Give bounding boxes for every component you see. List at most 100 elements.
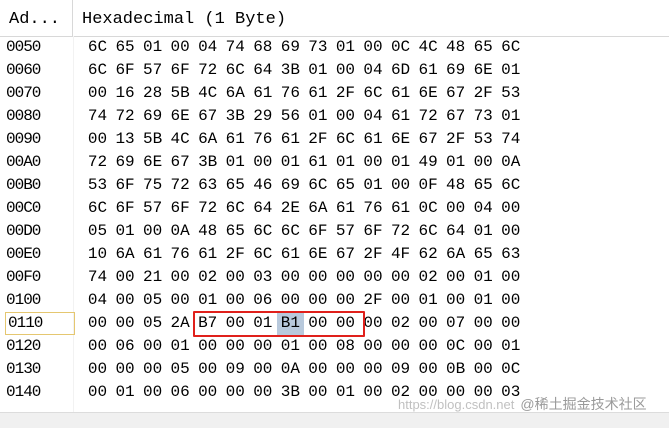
hex-byte[interactable]: 00 xyxy=(332,105,359,128)
hex-byte[interactable]: 6C xyxy=(497,174,524,197)
hex-byte[interactable]: 6C xyxy=(84,197,111,220)
hex-byte[interactable]: 74 xyxy=(497,128,524,151)
hex-byte[interactable]: 72 xyxy=(387,220,414,243)
hex-byte[interactable]: 2E xyxy=(277,197,304,220)
hex-byte[interactable]: 68 xyxy=(249,36,276,59)
hex-byte[interactable]: 00 xyxy=(167,289,194,312)
horizontal-scrollbar[interactable] xyxy=(0,412,669,428)
hex-byte[interactable]: 00 xyxy=(470,358,497,381)
hex-byte[interactable]: 00 xyxy=(139,358,166,381)
hex-byte[interactable]: 01 xyxy=(415,289,442,312)
hex-byte[interactable]: 76 xyxy=(360,197,387,220)
hex-byte[interactable]: 00 xyxy=(360,381,387,404)
hex-byte[interactable]: 00 xyxy=(387,174,414,197)
hex-byte[interactable]: 4C xyxy=(167,128,194,151)
hex-byte[interactable]: 69 xyxy=(277,36,304,59)
hex-byte[interactable]: 2A xyxy=(167,312,194,335)
hex-byte[interactable]: 05 xyxy=(84,220,111,243)
hex-byte[interactable]: 6F xyxy=(112,174,139,197)
hex-byte[interactable]: 0C xyxy=(497,358,524,381)
hex-byte[interactable]: 00 xyxy=(139,335,166,358)
hex-byte[interactable]: 06 xyxy=(249,289,276,312)
hex-byte[interactable]: 6C xyxy=(84,59,111,82)
hex-byte[interactable]: 61 xyxy=(222,128,249,151)
hex-byte[interactable]: 01 xyxy=(497,59,524,82)
hex-byte[interactable]: 61 xyxy=(277,128,304,151)
hex-byte[interactable]: 00 xyxy=(304,266,331,289)
hex-byte[interactable]: 00 xyxy=(497,266,524,289)
hex-byte[interactable]: 48 xyxy=(194,220,221,243)
hex-byte[interactable]: 53 xyxy=(470,128,497,151)
hex-byte[interactable]: 29 xyxy=(249,105,276,128)
hex-byte[interactable]: 00 xyxy=(194,381,221,404)
hex-byte[interactable]: 2F xyxy=(442,128,469,151)
hex-byte[interactable]: 00 xyxy=(332,312,359,335)
hex-byte[interactable]: 00 xyxy=(277,266,304,289)
hex-byte[interactable]: 00 xyxy=(84,335,111,358)
hex-byte[interactable]: 05 xyxy=(139,312,166,335)
hex-byte[interactable]: 2F xyxy=(304,128,331,151)
hex-byte[interactable]: 6F xyxy=(167,59,194,82)
hex-byte[interactable]: 00 xyxy=(222,289,249,312)
hex-byte[interactable]: 09 xyxy=(222,358,249,381)
hex-byte[interactable]: 00 xyxy=(332,266,359,289)
hex-byte[interactable]: 6C xyxy=(497,36,524,59)
hex-byte[interactable]: 4C xyxy=(194,82,221,105)
hex-byte[interactable]: 0B xyxy=(442,358,469,381)
hex-byte[interactable]: 61 xyxy=(249,82,276,105)
hex-byte[interactable]: 00 xyxy=(497,289,524,312)
hex-byte[interactable]: 01 xyxy=(277,151,304,174)
hex-byte[interactable]: 76 xyxy=(167,243,194,266)
hex-byte[interactable]: 01 xyxy=(470,220,497,243)
hex-byte[interactable]: 3B xyxy=(277,59,304,82)
hex-byte[interactable]: 61 xyxy=(360,128,387,151)
hex-byte[interactable]: 2F xyxy=(470,82,497,105)
hex-byte[interactable]: 61 xyxy=(415,59,442,82)
hex-byte[interactable]: 00 xyxy=(304,335,331,358)
hex-byte[interactable]: 04 xyxy=(84,289,111,312)
hex-byte[interactable]: 2F xyxy=(360,289,387,312)
hex-byte[interactable]: 00 xyxy=(84,312,111,335)
hex-byte[interactable]: 63 xyxy=(497,243,524,266)
hex-byte[interactable]: 69 xyxy=(277,174,304,197)
hex-byte[interactable]: 04 xyxy=(194,36,221,59)
hex-byte[interactable]: 00 xyxy=(249,381,276,404)
hex-byte[interactable]: 00 xyxy=(222,266,249,289)
hex-byte[interactable]: 00 xyxy=(497,220,524,243)
hex-byte[interactable]: 00 xyxy=(249,335,276,358)
hex-byte[interactable]: 0C xyxy=(387,36,414,59)
hex-byte[interactable]: 6F xyxy=(304,220,331,243)
hex-byte[interactable]: 67 xyxy=(167,151,194,174)
hex-byte[interactable]: 75 xyxy=(139,174,166,197)
hex-byte[interactable]: 01 xyxy=(497,335,524,358)
hex-byte[interactable]: 65 xyxy=(470,243,497,266)
hex-byte[interactable]: 6A xyxy=(304,197,331,220)
hex-byte[interactable]: 61 xyxy=(332,197,359,220)
hex-byte[interactable]: 00 xyxy=(304,358,331,381)
hex-byte[interactable]: 6A xyxy=(442,243,469,266)
hex-byte[interactable]: 4C xyxy=(415,36,442,59)
hexadecimal-column-header[interactable]: Hexadecimal (1 Byte) xyxy=(73,0,669,36)
hex-byte[interactable]: 00 xyxy=(139,381,166,404)
hex-byte[interactable]: 04 xyxy=(360,59,387,82)
hex-byte[interactable]: 00 xyxy=(249,358,276,381)
hex-byte[interactable]: 0A xyxy=(167,220,194,243)
hex-byte[interactable]: 74 xyxy=(84,266,111,289)
hex-byte[interactable]: 00 xyxy=(360,358,387,381)
hex-byte[interactable]: 00 xyxy=(112,312,139,335)
hex-byte[interactable]: 00 xyxy=(360,266,387,289)
hex-byte[interactable]: 00 xyxy=(222,335,249,358)
hex-byte[interactable]: 03 xyxy=(249,266,276,289)
hex-byte[interactable]: 61 xyxy=(387,197,414,220)
hex-byte[interactable]: 02 xyxy=(387,312,414,335)
hex-byte[interactable]: 72 xyxy=(112,105,139,128)
hex-byte[interactable]: 00 xyxy=(112,289,139,312)
hex-byte[interactable]: 00 xyxy=(304,381,331,404)
hex-byte[interactable]: 00 xyxy=(84,358,111,381)
hex-byte[interactable]: 00 xyxy=(470,151,497,174)
hex-byte[interactable]: 53 xyxy=(497,82,524,105)
hex-byte[interactable]: 13 xyxy=(112,128,139,151)
hex-byte[interactable]: 4F xyxy=(387,243,414,266)
hex-byte[interactable]: 6C xyxy=(415,220,442,243)
hex-byte[interactable]: 6C xyxy=(249,243,276,266)
